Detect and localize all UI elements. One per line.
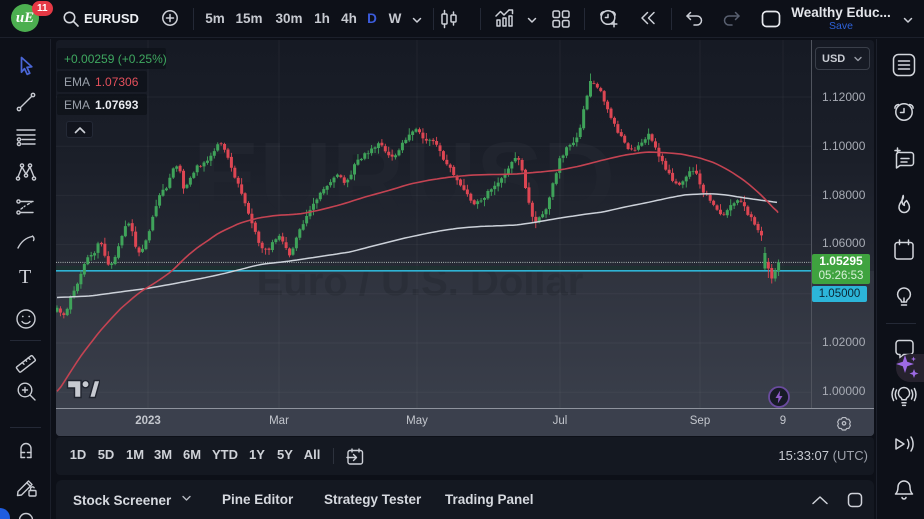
svg-text:EURUSD: EURUSD <box>193 122 615 234</box>
